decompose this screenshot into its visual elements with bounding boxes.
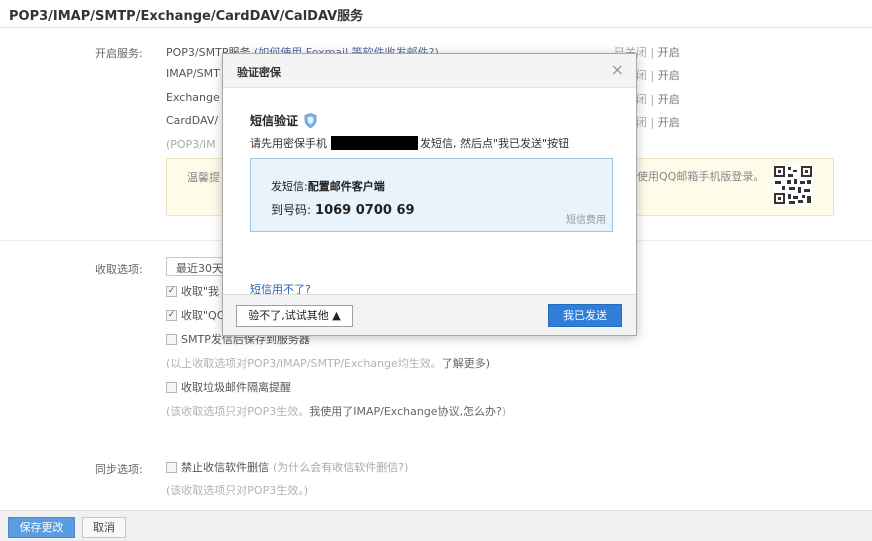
checkbox-unchecked[interactable] bbox=[166, 461, 177, 473]
receive-range-select[interactable]: 最近30天 bbox=[166, 257, 226, 276]
sync-note: (该收取选项只对POP3生效。) bbox=[166, 484, 309, 497]
dialog-header: 验证密保 × bbox=[223, 54, 636, 88]
sms-number-line: 到号码: 1069 0700 69 bbox=[271, 203, 415, 218]
pop3-enable-link[interactable]: 开启 bbox=[658, 46, 680, 59]
forbid-delete-option[interactable]: 禁止收信软件删信 (为什么会有收信软件删信?) bbox=[166, 459, 408, 475]
redacted-phone bbox=[331, 136, 418, 150]
sms-verify-heading: 短信验证 bbox=[250, 112, 317, 129]
imap-enable-link[interactable]: 开启 bbox=[658, 69, 680, 82]
service-row-carddav: CardDAV/ bbox=[166, 114, 219, 127]
service-row-imap: IMAP/SMT bbox=[166, 67, 220, 80]
dialog-footer: 验不了,试试其他 ▲ 我已发送 bbox=[223, 294, 636, 335]
save-button[interactable]: 保存更改 bbox=[8, 517, 75, 538]
receive-note-1: (以上收取选项对POP3/IMAP/SMTP/Exchange均生效。了解更多) bbox=[166, 357, 491, 370]
i-have-sent-button[interactable]: 我已发送 bbox=[548, 304, 622, 327]
close-icon[interactable]: × bbox=[611, 60, 624, 79]
checkbox-checked[interactable]: ✓ bbox=[166, 285, 177, 297]
pop3-settings-page: POP3/IMAP/SMTP/Exchange/CardDAV/CalDAV服务… bbox=[0, 0, 872, 541]
exchange-enable-link[interactable]: 开启 bbox=[658, 93, 680, 106]
sync-options-label: 同步选项: bbox=[95, 463, 143, 476]
learn-more-link[interactable]: 了解更多) bbox=[442, 357, 490, 370]
checkbox-checked[interactable]: ✓ bbox=[166, 309, 177, 321]
bottom-action-bar: 保存更改 取消 bbox=[0, 510, 872, 541]
receive-note-2: (该收取选项只对POP3生效。我使用了IMAP/Exchange协议,怎么办?) bbox=[166, 405, 507, 418]
imap-help-link[interactable]: 我使用了IMAP/Exchange协议,怎么办? bbox=[309, 405, 502, 418]
tip-text-left: 温馨提 bbox=[187, 171, 220, 184]
dialog-title: 验证密保 bbox=[237, 66, 281, 79]
service-note: (POP3/IM bbox=[166, 138, 216, 151]
spam-reminder-option[interactable]: 收取垃圾邮件隔离提醒 bbox=[166, 379, 291, 395]
cancel-button[interactable]: 取消 bbox=[82, 517, 126, 538]
checkbox-unchecked[interactable] bbox=[166, 381, 177, 393]
enable-service-label: 开启服务: bbox=[95, 47, 143, 60]
shield-icon bbox=[304, 113, 317, 128]
receive-option-2[interactable]: ✓ 收取"QQ bbox=[166, 307, 225, 323]
sms-send-line: 发短信:配置邮件客户端 bbox=[271, 180, 385, 193]
try-other-button[interactable]: 验不了,试试其他 ▲ bbox=[236, 305, 353, 327]
sms-content-box: 发短信:配置邮件客户端 到号码: 1069 0700 69 短信费用 bbox=[250, 158, 613, 232]
qr-code-icon bbox=[773, 165, 813, 205]
section-divider bbox=[0, 27, 872, 28]
why-delete-link[interactable]: (为什么会有收信软件删信?) bbox=[273, 459, 408, 475]
receive-option-1[interactable]: ✓ 收取"我 bbox=[166, 283, 219, 299]
verify-dialog: 验证密保 × 短信验证 请先用密保手机 发短信, 然后点"我已发送"按钮 发短信… bbox=[222, 53, 637, 336]
carddav-enable-link[interactable]: 开启 bbox=[658, 116, 680, 129]
section-title: POP3/IMAP/SMTP/Exchange/CardDAV/CalDAV服务 bbox=[9, 9, 364, 24]
sms-fee-link[interactable]: 短信费用 bbox=[566, 211, 606, 226]
checkbox-unchecked[interactable] bbox=[166, 333, 177, 345]
tip-text-right: 使用QQ邮箱手机版登录。 bbox=[637, 170, 765, 183]
receive-options-label: 收取选项: bbox=[95, 263, 143, 276]
service-row-exchange: Exchange bbox=[166, 91, 220, 104]
sms-instruction: 请先用密保手机 发短信, 然后点"我已发送"按钮 bbox=[250, 136, 570, 150]
